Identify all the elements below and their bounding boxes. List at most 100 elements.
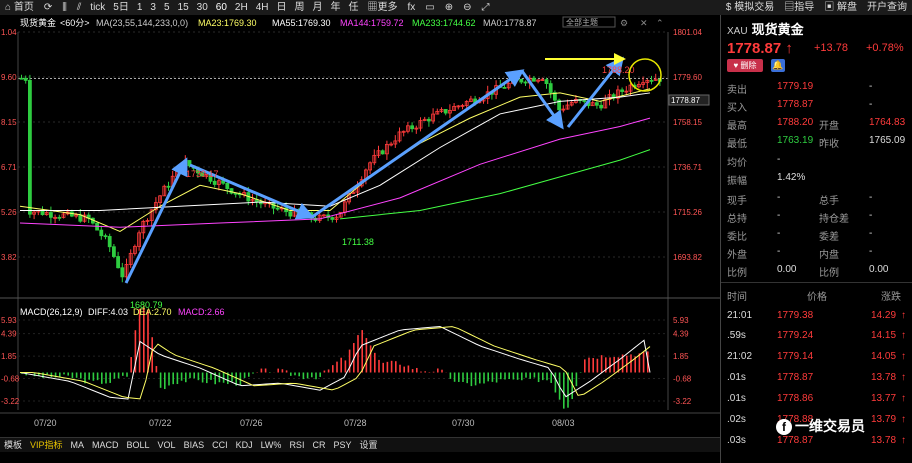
period-5[interactable]: 5 bbox=[160, 0, 174, 15]
period-15[interactable]: 15 bbox=[174, 0, 193, 15]
zoom-in-icon[interactable]: ⊕ bbox=[440, 0, 458, 15]
watermark-logo-icon: f bbox=[776, 419, 792, 435]
indicator-tab[interactable]: RSI bbox=[285, 438, 308, 452]
ma55-value: MA55:1769.30 bbox=[272, 18, 331, 28]
candle-body bbox=[519, 79, 524, 83]
price-axis-left-label: 8.15 bbox=[1, 118, 17, 127]
quote-cell-k1: 最低 bbox=[727, 139, 747, 150]
quote-cell-v2: - bbox=[869, 228, 873, 239]
quote-cell-v2: - bbox=[869, 81, 873, 92]
indicator-tab[interactable]: LW% bbox=[257, 438, 286, 452]
candle-body bbox=[103, 235, 108, 238]
period-60[interactable]: 60 bbox=[212, 0, 231, 15]
indicator-tab[interactable]: 模板 bbox=[0, 438, 26, 452]
quote-cell-k1: 外盘 bbox=[727, 250, 747, 261]
zoom-out-icon[interactable]: ⊖ bbox=[458, 0, 476, 15]
period-5day[interactable]: 5日 bbox=[109, 0, 133, 15]
indicator-tab[interactable]: BIAS bbox=[180, 438, 209, 452]
period-any[interactable]: 任 bbox=[345, 0, 363, 15]
indicator-tab[interactable]: BOLL bbox=[123, 438, 154, 452]
ma-legend: 现货黄金 <60分> MA(23,55,144,233,0,0) MA23:17… bbox=[0, 16, 720, 28]
fx-button[interactable]: fx bbox=[403, 0, 421, 15]
tick-row: 21:02 1779.14 14.05 ↑ bbox=[721, 349, 912, 366]
quote-cell-v1: 1.42% bbox=[777, 172, 806, 183]
period-2h[interactable]: 2H bbox=[231, 0, 252, 15]
account-button[interactable]: 开户查询 bbox=[862, 0, 912, 15]
analysis-label: 解盘 bbox=[837, 2, 857, 13]
macd-axis-label: -0.68 bbox=[673, 375, 692, 384]
tick-cell-t: .03s bbox=[727, 435, 746, 446]
delete-button[interactable]: ♥ 删除 bbox=[727, 59, 763, 72]
macd-axis-left-label: 1.85 bbox=[1, 352, 17, 361]
home-button[interactable]: ⌂ 首页 bbox=[0, 0, 39, 15]
candle-body bbox=[410, 125, 415, 130]
price-axis-label: 1736.71 bbox=[673, 163, 702, 172]
settings-icon[interactable]: ⚙ bbox=[620, 18, 628, 28]
date-1: 07/22 bbox=[149, 418, 172, 428]
period-4h[interactable]: 4H bbox=[252, 0, 273, 15]
tick-header-price: 价格 bbox=[807, 292, 827, 303]
period-year[interactable]: 年 bbox=[327, 0, 345, 15]
quote-cell-v1: 1788.20 bbox=[777, 117, 814, 128]
macd-axis-label: 4.39 bbox=[673, 330, 689, 339]
tick-cell-t: 21:01 bbox=[727, 310, 753, 321]
macd-axis-left-label: 5.93 bbox=[1, 316, 17, 325]
tick-cell-t: .01s bbox=[727, 372, 746, 383]
top-toolbar: ⌂ 首页 ⟳ ⫼ ⫽ tick 5日 1 3 5 15 30 60 2H 4H … bbox=[0, 0, 912, 16]
candle-body bbox=[78, 214, 83, 222]
indicator-tab[interactable]: MACD bbox=[88, 438, 123, 452]
candle-body bbox=[120, 267, 125, 278]
period-3[interactable]: 3 bbox=[146, 0, 160, 15]
indicator-tab[interactable]: KDJ bbox=[232, 438, 257, 452]
tick-header-time: 时间 bbox=[727, 292, 747, 303]
tick-up-arrow-icon: ↑ bbox=[901, 351, 906, 362]
candle-body bbox=[330, 217, 335, 220]
more-button[interactable]: ▦更多 bbox=[363, 0, 403, 15]
chart-button[interactable]: ⫽ bbox=[72, 0, 86, 15]
indicator-tab[interactable]: PSY bbox=[329, 438, 355, 452]
candle-body bbox=[595, 102, 599, 106]
tick-cell-p: 1779.24 bbox=[777, 330, 814, 341]
tick-cell-p: 1778.86 bbox=[777, 393, 814, 404]
period-month[interactable]: 月 bbox=[309, 0, 327, 15]
theme-dropdown-label: 全部主题 bbox=[566, 17, 598, 27]
expand-icon[interactable]: ⤢ bbox=[477, 0, 495, 15]
indicator-tab[interactable]: 设置 bbox=[355, 438, 381, 452]
quote-cell-v1: - bbox=[777, 210, 781, 221]
candle-body bbox=[99, 229, 104, 237]
quote-row: 买入 1778.87 - bbox=[721, 97, 912, 114]
indicator-tab[interactable]: VIP指标 bbox=[26, 438, 67, 452]
quote-row: 均价 - bbox=[721, 152, 912, 169]
bars-button[interactable]: ⫼ bbox=[57, 0, 72, 15]
period-day[interactable]: 日 bbox=[273, 0, 291, 15]
quote-cell-v2: - bbox=[869, 192, 873, 203]
price-chart[interactable]: 现货黄金 <60分> MA(23,55,144,233,0,0) MA23:17… bbox=[0, 15, 720, 437]
refresh-button[interactable]: ⟳ bbox=[39, 0, 57, 15]
close-icon[interactable]: ✕ bbox=[640, 18, 648, 28]
quote-cell-k1: 现手 bbox=[727, 196, 747, 207]
tick-cell-d: 13.78 bbox=[871, 372, 897, 383]
quote-row: 外盘 - 内盘 - bbox=[721, 244, 912, 261]
tick-cell-p: 1778.87 bbox=[777, 372, 814, 383]
quote-cell-v1: - bbox=[777, 228, 781, 239]
period-week[interactable]: 周 bbox=[291, 0, 309, 15]
period-1[interactable]: 1 bbox=[133, 0, 147, 15]
indicator-tab[interactable]: CR bbox=[308, 438, 329, 452]
analysis-button[interactable]: ▣ 解盘 bbox=[819, 0, 862, 15]
period-30[interactable]: 30 bbox=[193, 0, 212, 15]
candle-body bbox=[544, 79, 549, 85]
chevron-up-icon[interactable]: ⌃ bbox=[656, 18, 664, 28]
period-tick[interactable]: tick bbox=[86, 0, 109, 15]
indicator-tab[interactable]: MA bbox=[67, 438, 89, 452]
window-icon[interactable]: ▭ bbox=[420, 0, 439, 15]
tick-row: .59s 1779.24 14.15 ↑ bbox=[721, 328, 912, 345]
indicator-tab[interactable]: VOL bbox=[154, 438, 180, 452]
bell-icon[interactable]: 🔔 bbox=[771, 59, 785, 72]
macd-value: MACD:2.66 bbox=[178, 307, 225, 317]
candle-body bbox=[599, 104, 603, 109]
macd-axis-label: -3.22 bbox=[673, 397, 692, 406]
ma0-value: MA0:1778.87 bbox=[483, 18, 537, 28]
guide-button[interactable]: ▤指导 bbox=[779, 0, 819, 15]
indicator-tab[interactable]: CCI bbox=[208, 438, 232, 452]
sim-trade-button[interactable]: $ 模拟交易 bbox=[721, 0, 779, 15]
